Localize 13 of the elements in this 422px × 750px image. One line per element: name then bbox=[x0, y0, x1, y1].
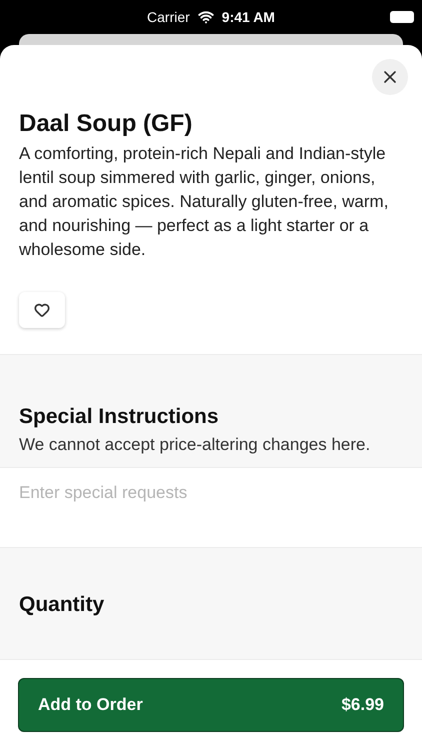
section-note: We cannot accept price-altering changes here. bbox=[19, 434, 372, 456]
wifi-icon bbox=[198, 9, 214, 25]
close-button[interactable] bbox=[372, 59, 408, 95]
section-title: Quantity bbox=[19, 592, 106, 618]
heart-icon bbox=[34, 302, 50, 318]
item-description: A comforting, protein-rich Nepali and Indian-style lentil soup simmered with garlic, ginger, onions, and aromatic spices. Naturally gluten-free, warm, and nourishing — perfect as a light starter or a wholesome side. bbox=[19, 143, 390, 261]
add-to-order-button[interactable]: Add to Order $6.99 bbox=[18, 678, 404, 732]
item-title: Daal Soup (GF) bbox=[19, 109, 194, 139]
section-title: Special Instructions bbox=[19, 404, 220, 430]
favorite-button[interactable] bbox=[19, 292, 65, 328]
carrier-label: Carrier bbox=[147, 8, 190, 26]
battery-icon bbox=[390, 11, 414, 23]
clock: 9:41 AM bbox=[222, 8, 275, 26]
